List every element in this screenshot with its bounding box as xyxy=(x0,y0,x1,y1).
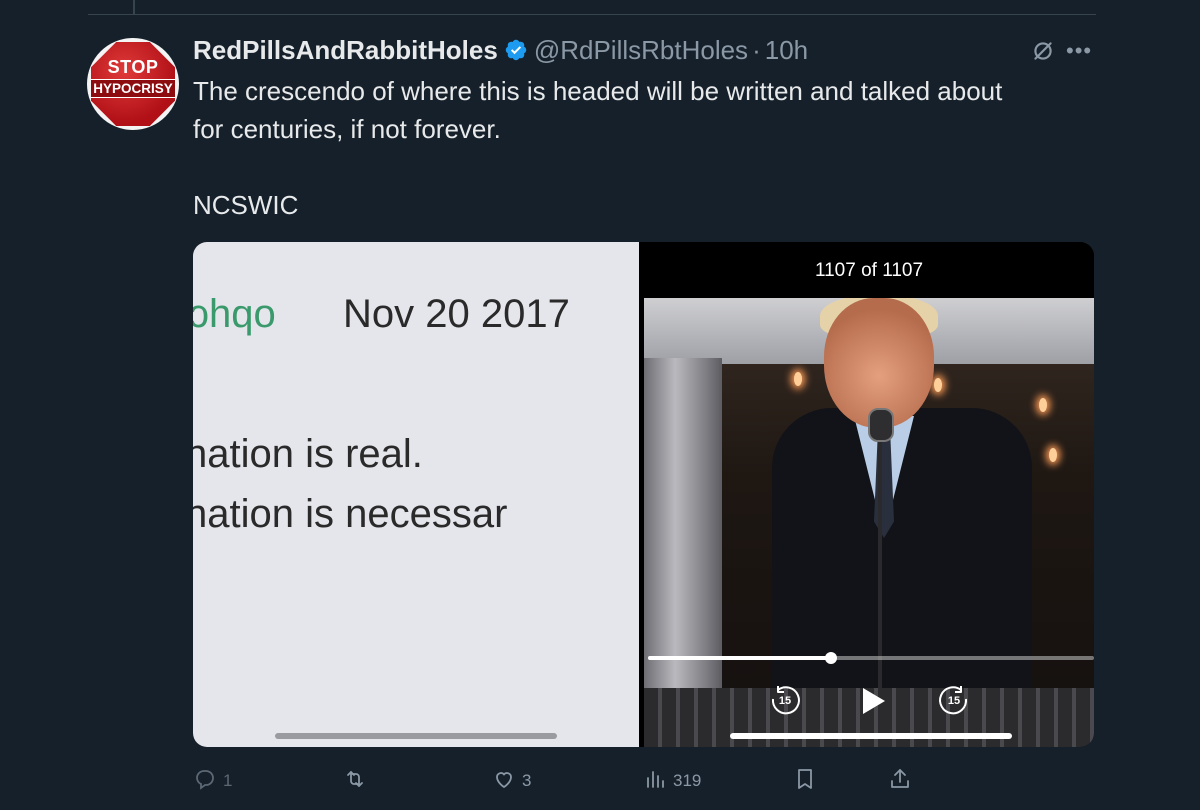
share-icon xyxy=(888,767,912,796)
divider xyxy=(88,14,1096,15)
video-frame[interactable] xyxy=(644,298,1094,747)
reply-count: 1 xyxy=(223,771,233,790)
display-name[interactable]: RedPillsAndRabbitHoles xyxy=(193,35,498,66)
tweet-actions: 1 3 319 xyxy=(0,764,1200,798)
heart-icon xyxy=(492,767,516,796)
bookmark-button[interactable] xyxy=(793,764,817,798)
thread-line xyxy=(133,0,135,14)
carousel-scrollbar[interactable] xyxy=(275,733,557,739)
video-counter: 1107 of 1107 xyxy=(814,260,924,281)
carousel-scrollbar[interactable] xyxy=(730,733,1012,739)
image-user-fragment: ɔhqo xyxy=(193,292,276,336)
reply-button[interactable]: 1 xyxy=(193,764,232,798)
skip-forward-label: 15 xyxy=(947,695,961,707)
grok-icon[interactable] xyxy=(1030,38,1056,64)
retweet-button[interactable] xyxy=(343,764,373,798)
image-date: Nov 20 2017 xyxy=(343,292,570,336)
verified-badge-icon[interactable] xyxy=(504,38,528,62)
media-video[interactable]: 1107 of 1107 xyxy=(644,242,1094,747)
skip-back-button[interactable]: 15 xyxy=(768,684,802,718)
media-image-screenshot[interactable]: ɔhqo Nov 20 2017 nation is real. nation … xyxy=(193,242,639,747)
image-text-line: nation is real. xyxy=(193,432,423,476)
tweet-text-line: for centuries, if not forever. xyxy=(193,114,501,144)
like-count: 3 xyxy=(522,771,532,790)
views-button[interactable]: 319 xyxy=(643,764,701,798)
video-scrubber-handle[interactable] xyxy=(824,652,837,664)
separator: · xyxy=(752,34,761,65)
avatar[interactable]: STOP HYPOCRISY xyxy=(87,38,179,130)
image-text-line: nation is necessar xyxy=(193,492,508,536)
skip-forward-button[interactable]: 15 xyxy=(937,684,971,718)
more-icon[interactable]: ••• xyxy=(1066,40,1098,62)
tweet-header: RedPillsAndRabbitHoles @RdPillsRbtHoles … xyxy=(193,32,808,68)
video-progress-fill xyxy=(648,656,831,660)
views-icon xyxy=(643,767,667,796)
user-handle[interactable]: @RdPillsRbtHoles xyxy=(534,35,748,66)
like-button[interactable]: 3 xyxy=(492,764,531,798)
avatar-stop-text: STOP xyxy=(107,57,159,77)
avatar-hypocrisy-text: HYPOCRISY xyxy=(91,79,175,98)
tweet-text-line: The crescendo of where this is headed wi… xyxy=(193,76,1003,106)
video-progress-bar[interactable] xyxy=(648,652,1094,664)
retweet-icon xyxy=(343,767,367,796)
tweet-text-line: NCSWIC xyxy=(193,190,299,220)
tweet-text: The crescendo of where this is headed wi… xyxy=(193,72,1093,224)
skip-back-label: 15 xyxy=(778,695,792,707)
play-button[interactable] xyxy=(855,684,889,718)
views-count: 319 xyxy=(673,771,702,790)
bookmark-icon xyxy=(793,767,817,796)
share-button[interactable] xyxy=(888,764,912,798)
media-carousel[interactable]: ɔhqo Nov 20 2017 nation is real. nation … xyxy=(193,242,1094,747)
reply-icon xyxy=(193,767,217,796)
timestamp[interactable]: 10h xyxy=(765,35,808,66)
